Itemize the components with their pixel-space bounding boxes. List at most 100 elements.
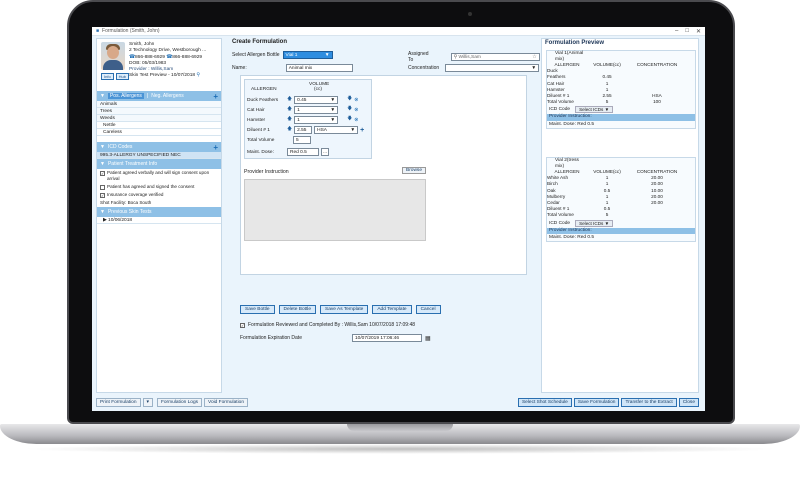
tab-pos-allergens[interactable]: Pos. Allergens: [107, 93, 144, 99]
allergen-row: Hamster 🡅 1 ▼ 🡇 ⊗: [247, 116, 358, 124]
formulation-preview: Formulation Preview Vial 1(Animal mix) AL…: [541, 38, 699, 393]
icd-section-header[interactable]: ▼ ICD Codes +: [97, 142, 221, 152]
allergen-subitem[interactable]: Careless: [97, 129, 221, 136]
minimize-icon[interactable]: –: [675, 28, 678, 35]
remove-icon[interactable]: ⊗: [354, 97, 358, 103]
camera: [468, 12, 472, 16]
consent-signed-checkbox[interactable]: Patient has agreed and signed the consen…: [97, 183, 221, 191]
icd-code-item[interactable]: 995.3-ALLERGY UNSPECIFIED NEC: [97, 152, 221, 159]
arrow-up-icon[interactable]: 🡅: [287, 116, 292, 124]
checkbox-empty-icon[interactable]: [100, 185, 105, 190]
volume-select[interactable]: 0.45 ▼: [294, 96, 339, 104]
assigned-input[interactable]: ⚲ Willis,Sam ☆: [450, 53, 540, 61]
star-icon[interactable]: ☆: [532, 55, 536, 60]
arrow-up-icon[interactable]: 🡅: [287, 106, 292, 114]
diluent-type-select[interactable]: HSA ▼: [314, 126, 359, 134]
allergen-item[interactable]: Weeds: [97, 115, 221, 122]
add-icon[interactable]: +: [213, 143, 218, 152]
icd-label: ICD Code: [549, 220, 571, 226]
skin-test-preview[interactable]: Skin Test Preview - 10/07/2018 ⚲: [129, 73, 206, 79]
browse-button[interactable]: Browse: [402, 167, 426, 174]
maint-row: Maint. Dose: Red 0.5 ...: [247, 148, 329, 156]
chevron-down-icon: ▼: [330, 97, 336, 103]
hub-button[interactable]: Hub: [115, 73, 130, 80]
arrow-down-icon[interactable]: 🡇: [347, 116, 352, 124]
close-button[interactable]: Close: [678, 397, 699, 407]
total-label: Total Volume: [247, 137, 275, 143]
volume-select[interactable]: 1 ▼: [294, 106, 339, 114]
save-formulation-button[interactable]: Save Formulation: [573, 397, 620, 407]
collapse-icon[interactable]: ▼: [100, 209, 105, 215]
search-icon[interactable]: ⚲: [196, 73, 200, 78]
patient-photo: [101, 42, 125, 70]
save-template-button[interactable]: Save As Template: [320, 305, 369, 314]
collapse-icon[interactable]: ▼: [100, 93, 105, 99]
cancel-button[interactable]: Cancel: [415, 305, 441, 314]
checkbox-checked-icon[interactable]: ✓: [100, 171, 105, 176]
remove-icon[interactable]: ⊗: [354, 107, 358, 113]
checkbox-checked-icon[interactable]: ✓: [240, 322, 245, 328]
arrow-up-icon[interactable]: 🡅: [287, 126, 292, 134]
add-template-button[interactable]: Add Template: [372, 305, 412, 314]
previous-test-item[interactable]: ▶ 10/06/2018: [97, 217, 221, 224]
previous-tests-header[interactable]: ▼ Previous Skin Tests: [97, 207, 221, 217]
bottle-row: Select Allergen Bottle Vial 1 ▼: [232, 51, 333, 59]
arrow-down-icon[interactable]: 🡇: [347, 96, 352, 104]
add-icon[interactable]: +: [360, 127, 364, 134]
collapse-icon[interactable]: ▼: [100, 161, 105, 167]
provider-instruction-textarea[interactable]: [244, 179, 426, 241]
close-icon[interactable]: ✕: [696, 28, 701, 35]
allergen-subitem[interactable]: Nettle: [97, 122, 221, 129]
table-cell: Total Volume: [547, 99, 574, 105]
calendar-icon[interactable]: ▦: [425, 335, 431, 342]
total-volume-input[interactable]: 5: [293, 136, 311, 144]
table-cell: 100: [653, 99, 661, 105]
review-row: ✓ Formulation Reviewed and Completed By …: [240, 322, 415, 328]
insurance-checkbox[interactable]: ✓ Insurance coverage verified: [97, 191, 221, 199]
treatment-section-header[interactable]: ▼ Patient Treatment Info: [97, 159, 221, 169]
arrow-up-icon[interactable]: 🡅: [287, 96, 292, 104]
icd-select[interactable]: Select ICDs ▼: [575, 106, 614, 114]
checkbox-checked-icon[interactable]: ✓: [100, 193, 105, 198]
allergen-table: ALLERGEN VOLUME (cc) Duck Feathers 🡅 0.4…: [244, 79, 372, 159]
col-volume-unit: (cc): [314, 87, 322, 92]
title-bar: ■ Formulation (Smith, John) – □ ✕: [92, 27, 705, 36]
print-formulation-button[interactable]: Print Formulation: [96, 397, 141, 407]
icd-select[interactable]: Select ICDs ▼: [575, 219, 614, 227]
info-button[interactable]: Info: [101, 73, 114, 80]
icd-row: ICD Code Select ICDs ▼: [547, 219, 695, 228]
add-icon[interactable]: +: [213, 92, 218, 101]
vial-title: Vial 1(Animal mix): [555, 51, 584, 62]
maint-dose-input[interactable]: Red 0.5: [287, 148, 319, 156]
allergen-item[interactable]: Animals: [97, 101, 221, 108]
allergen-row: Cat Hair 🡅 1 ▼ 🡇 ⊗: [247, 106, 358, 114]
remove-icon[interactable]: ⊗: [354, 117, 358, 123]
maint-label: Maint. Dose:: [247, 149, 274, 155]
maximize-icon[interactable]: □: [685, 28, 689, 35]
shot-schedule-button[interactable]: Select Shot Schedule: [517, 397, 572, 407]
diluent-volume-input[interactable]: 2.55: [294, 126, 313, 134]
collapse-icon[interactable]: ▼: [100, 144, 105, 150]
expiration-row: Formulation Expiration Date 10/07/2019 1…: [240, 334, 431, 342]
chevron-down-icon: ▼: [531, 65, 537, 71]
tab-neg-allergens[interactable]: Neg. Allergens: [151, 93, 184, 99]
maint-more-button[interactable]: ...: [321, 148, 329, 156]
consent-verbal-checkbox[interactable]: ✓ Patient agreed verbally and will sign c…: [97, 169, 221, 183]
name-input[interactable]: Animal mix: [285, 64, 353, 72]
delete-bottle-button[interactable]: Delete Bottle: [278, 305, 317, 314]
allergen-item[interactable]: Trees: [97, 108, 221, 115]
print-options-button[interactable]: ▾: [142, 397, 153, 407]
expiration-input[interactable]: 10/07/2019 17:06:46: [351, 334, 422, 342]
volume-select[interactable]: 1 ▼: [294, 116, 339, 124]
name-row: Name: Animal mix: [232, 64, 353, 72]
total-row: Total Volume 5: [247, 136, 311, 144]
chevron-down-icon: ▼: [604, 220, 610, 226]
void-formulation-button[interactable]: Void Formulation: [204, 397, 249, 407]
bottle-select[interactable]: Vial 1 ▼: [282, 51, 333, 59]
formulation-actions: Save Bottle Delete Bottle Save As Templa…: [240, 305, 441, 314]
concentration-select[interactable]: ▼: [445, 64, 540, 72]
arrow-down-icon[interactable]: 🡇: [347, 106, 352, 114]
save-bottle-button[interactable]: Save Bottle: [240, 305, 275, 314]
formulation-logs-button[interactable]: Formulation Logs: [156, 397, 203, 407]
transfer-extract-button[interactable]: Transfer to the Extract: [621, 397, 677, 407]
